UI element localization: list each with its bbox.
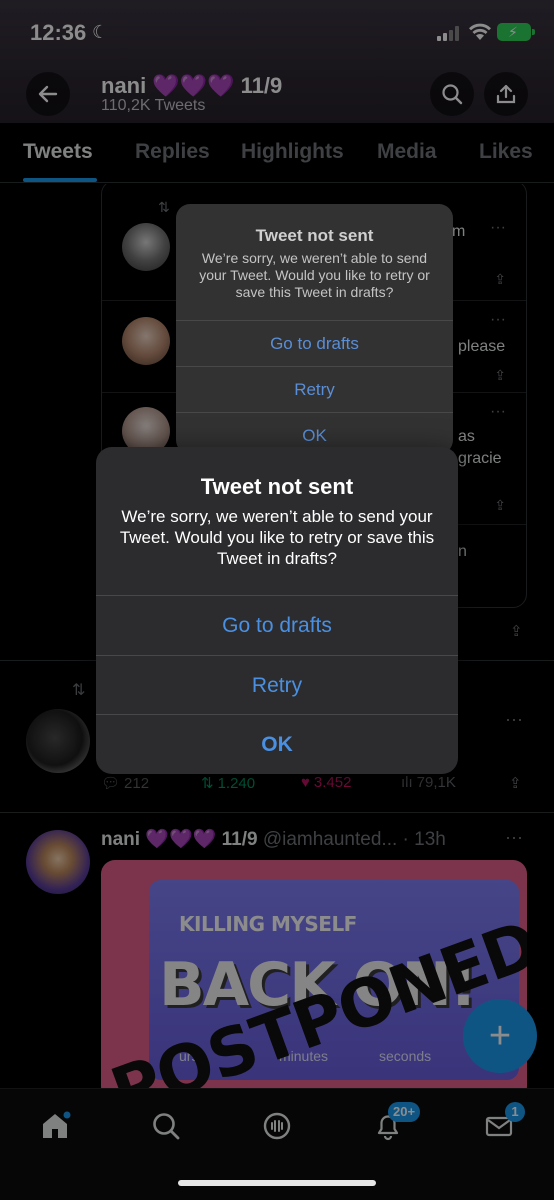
alert-message: We’re sorry, we weren’t able to send you… [119, 507, 435, 568]
go-to-drafts-button[interactable]: Go to drafts [176, 320, 453, 366]
home-indicator[interactable] [178, 1180, 376, 1186]
alert-dialog-behind: Tweet not sent We’re sorry, we weren’t a… [176, 204, 453, 454]
alert-dialog: Tweet not sent We’re sorry, we weren’t a… [96, 447, 458, 774]
alert-message: We’re sorry, we weren’t able to send you… [199, 250, 430, 300]
retry-button[interactable]: Retry [96, 655, 458, 715]
ok-button[interactable]: OK [96, 714, 458, 774]
alert-title: Tweet not sent [255, 226, 374, 245]
go-to-drafts-button[interactable]: Go to drafts [96, 595, 458, 655]
alert-title: Tweet not sent [200, 474, 354, 499]
retry-button[interactable]: Retry [176, 366, 453, 412]
